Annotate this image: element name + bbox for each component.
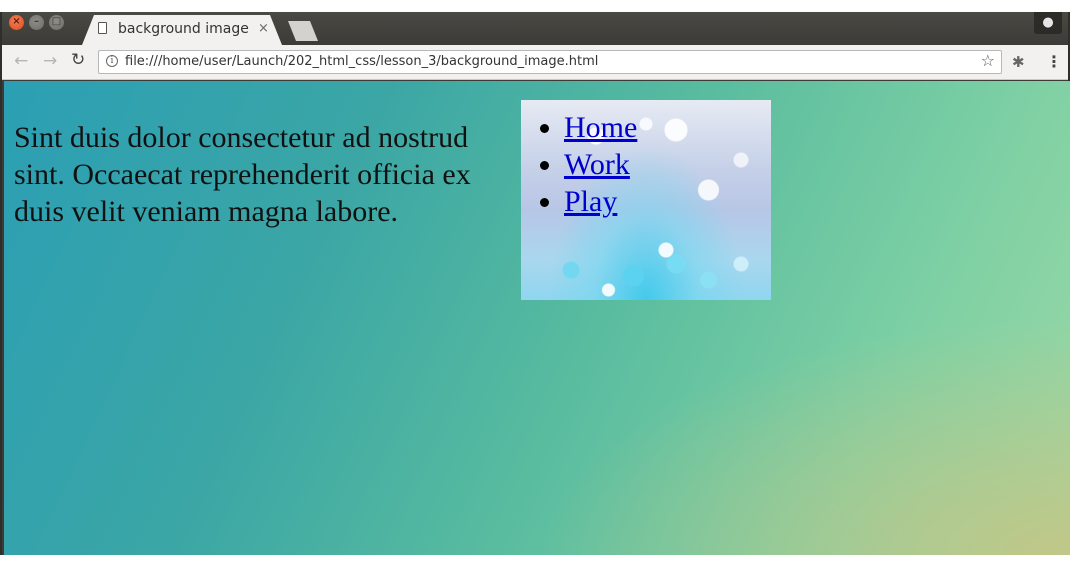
nav-item-home: Home xyxy=(564,109,637,146)
new-tab-button[interactable] xyxy=(288,21,318,41)
address-bar[interactable]: i file:///home/user/Launch/202_html_css/… xyxy=(98,50,1002,74)
browser-toolbar: ← → ↻ i file:///home/user/Launch/202_htm… xyxy=(2,45,1068,80)
home-link[interactable]: Home xyxy=(564,111,637,144)
minimize-window-icon[interactable]: – xyxy=(29,15,44,30)
title-bar: × – □ background image × ● xyxy=(2,12,1068,45)
forward-arrow-icon[interactable]: → xyxy=(43,51,57,71)
nav-list: Home Work Play xyxy=(521,109,637,220)
profile-icon[interactable]: ● xyxy=(1034,12,1062,34)
browser-window: × – □ background image × ● ← → ↻ i file:… xyxy=(0,12,1070,555)
page-icon xyxy=(98,22,107,34)
menu-dots-icon[interactable]: ⋮ xyxy=(1046,52,1062,71)
page-viewport: Sint duis dolor consectetur ad nostrud s… xyxy=(4,81,1070,555)
play-link[interactable]: Play xyxy=(564,185,617,218)
maximize-window-icon[interactable]: □ xyxy=(49,15,64,30)
extension-bug-icon[interactable]: ✱ xyxy=(1012,53,1025,71)
url-text[interactable]: file:///home/user/Launch/202_html_css/le… xyxy=(125,54,598,69)
reload-icon[interactable]: ↻ xyxy=(71,50,85,70)
back-arrow-icon[interactable]: ← xyxy=(14,51,28,71)
work-link[interactable]: Work xyxy=(564,148,630,181)
nav-item-work: Work xyxy=(564,146,637,183)
tab-close-icon[interactable]: × xyxy=(258,21,269,36)
bookmark-star-icon[interactable]: ☆ xyxy=(981,51,995,70)
info-icon[interactable]: i xyxy=(106,55,118,67)
intro-paragraph: Sint duis dolor consectetur ad nostrud s… xyxy=(14,121,471,228)
close-window-icon[interactable]: × xyxy=(9,15,24,30)
bottom-strip xyxy=(0,555,1074,568)
nav-item-play: Play xyxy=(564,183,637,220)
tab-title: background image xyxy=(118,21,249,37)
